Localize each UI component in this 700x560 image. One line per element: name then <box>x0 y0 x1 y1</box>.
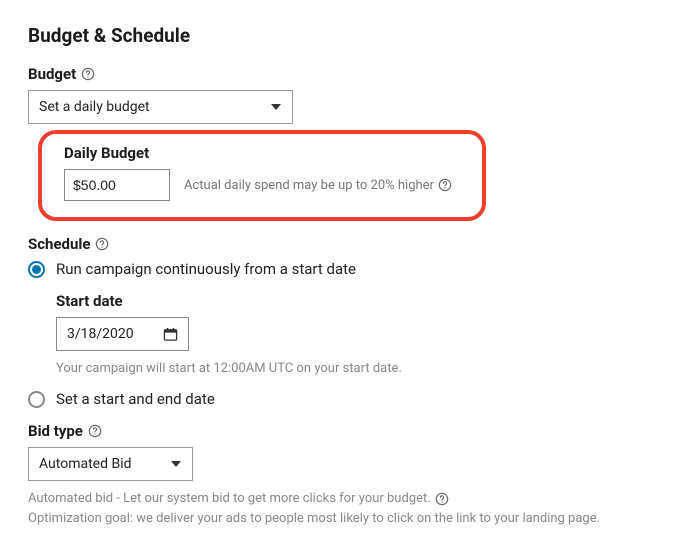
bid-label-row: Bid type <box>28 422 672 440</box>
chevron-down-icon <box>170 458 182 470</box>
budget-label-row: Budget <box>28 65 672 83</box>
daily-budget-label: Daily Budget <box>64 144 468 162</box>
chevron-down-icon <box>270 101 282 113</box>
budget-label: Budget <box>28 65 76 83</box>
help-icon[interactable] <box>88 424 102 438</box>
help-icon[interactable] <box>435 492 449 506</box>
radio-unchecked-icon[interactable] <box>28 391 45 408</box>
schedule-label: Schedule <box>28 235 90 253</box>
daily-budget-hint: Actual daily spend may be up to 20% high… <box>184 178 434 193</box>
start-date-hint: Your campaign will start at 12:00AM UTC … <box>56 361 672 376</box>
radio-checked-icon[interactable] <box>28 261 45 278</box>
daily-budget-hint-row: Actual daily spend may be up to 20% high… <box>184 178 452 193</box>
start-date-block: Start date 3/18/2020 Your campaign will … <box>56 292 672 376</box>
daily-budget-input[interactable] <box>64 169 170 201</box>
start-date-label: Start date <box>56 292 672 310</box>
start-date-value: 3/18/2020 <box>67 326 134 342</box>
bid-group: Bid type Automated Bid <box>28 422 672 481</box>
bid-type-value: Automated Bid <box>39 456 132 472</box>
schedule-group: Schedule Run campaign continuously from … <box>28 235 672 408</box>
daily-budget-highlight: Daily Budget Actual daily spend may be u… <box>38 130 486 221</box>
schedule-option-range-label: Set a start and end date <box>56 390 215 408</box>
schedule-label-row: Schedule <box>28 235 672 253</box>
calendar-icon <box>163 327 178 342</box>
bid-type-select[interactable]: Automated Bid <box>28 447 193 481</box>
bid-hint1-row: Automated bid - Let our system bid to ge… <box>28 489 672 509</box>
help-icon[interactable] <box>95 237 109 251</box>
schedule-option-range-row[interactable]: Set a start and end date <box>28 390 672 408</box>
bid-label: Bid type <box>28 422 83 440</box>
bid-hints: Automated bid - Let our system bid to ge… <box>28 489 672 529</box>
daily-budget-row: Actual daily spend may be up to 20% high… <box>64 169 468 201</box>
budget-group: Budget Set a daily budget Daily Budget A… <box>28 65 672 221</box>
schedule-option-continuous-row[interactable]: Run campaign continuously from a start d… <box>28 260 672 278</box>
help-icon[interactable] <box>438 178 452 192</box>
bid-hint2: Optimization goal: we deliver your ads t… <box>28 509 672 529</box>
budget-type-select[interactable]: Set a daily budget <box>28 90 293 124</box>
schedule-option-continuous-label: Run campaign continuously from a start d… <box>56 260 356 278</box>
section-title: Budget & Schedule <box>28 24 672 47</box>
budget-type-value: Set a daily budget <box>39 99 150 115</box>
bid-hint1: Automated bid - Let our system bid to ge… <box>28 489 431 509</box>
start-date-input[interactable]: 3/18/2020 <box>56 317 189 351</box>
help-icon[interactable] <box>81 67 95 81</box>
